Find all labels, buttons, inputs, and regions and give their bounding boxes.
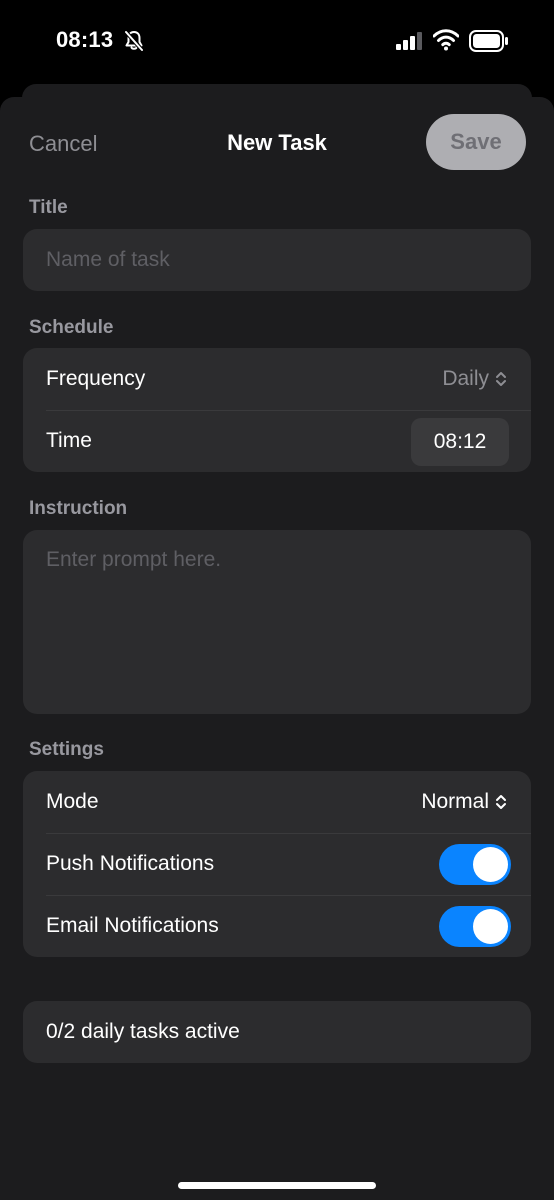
push-notifications-row: Push Notifications: [23, 833, 531, 895]
time-picker-button[interactable]: 08:12: [411, 418, 509, 466]
instruction-section-label: Instruction: [29, 498, 128, 519]
email-notifications-label: Email Notifications: [46, 914, 219, 937]
instruction-textarea[interactable]: Enter prompt here.: [23, 530, 531, 714]
navigation-bar: Cancel New Task Save: [0, 97, 554, 189]
time-label: Time: [46, 429, 92, 452]
toggle-knob: [473, 909, 508, 944]
title-input-placeholder: Name of task: [46, 248, 170, 271]
home-indicator[interactable]: [178, 1182, 376, 1189]
mode-row[interactable]: Mode Normal: [23, 771, 531, 833]
toggle-knob: [473, 847, 508, 882]
frequency-label: Frequency: [46, 367, 146, 390]
chevron-up-down-icon: [496, 372, 506, 386]
status-bar: 08:13: [0, 0, 554, 84]
daily-tasks-status: 0/2 daily tasks active: [23, 1001, 531, 1063]
settings-section-label: Settings: [29, 739, 104, 760]
bell-slash-icon: [124, 30, 144, 57]
battery-icon: [469, 30, 509, 57]
email-notifications-row: Email Notifications: [23, 895, 531, 957]
mode-value: Normal: [421, 790, 489, 813]
schedule-card: Frequency Daily Time 08:12: [23, 348, 531, 472]
frequency-row[interactable]: Frequency Daily: [23, 348, 531, 410]
mode-label: Mode: [46, 790, 99, 813]
new-task-sheet: Cancel New Task Save Title Name of task …: [0, 97, 554, 1200]
schedule-section-label: Schedule: [29, 317, 114, 338]
status-time: 08:13: [56, 27, 114, 52]
save-button[interactable]: Save: [426, 114, 526, 170]
push-notifications-label: Push Notifications: [46, 852, 215, 875]
mode-picker[interactable]: Normal: [421, 790, 507, 814]
instruction-placeholder: Enter prompt here.: [46, 548, 222, 571]
frequency-value: Daily: [442, 367, 489, 390]
email-notifications-toggle[interactable]: [439, 906, 511, 947]
cellular-signal-icon: [396, 32, 424, 55]
settings-card: Mode Normal Push Notifications Email Not…: [23, 771, 531, 957]
title-section-label: Title: [29, 197, 68, 218]
push-notifications-toggle[interactable]: [439, 844, 511, 885]
chevron-up-down-icon: [496, 795, 506, 809]
frequency-picker[interactable]: Daily: [442, 367, 507, 391]
wifi-icon: [432, 29, 460, 56]
time-row: Time 08:12: [23, 410, 531, 472]
daily-tasks-status-text: 0/2 daily tasks active: [46, 1020, 240, 1043]
title-input[interactable]: Name of task: [23, 229, 531, 291]
